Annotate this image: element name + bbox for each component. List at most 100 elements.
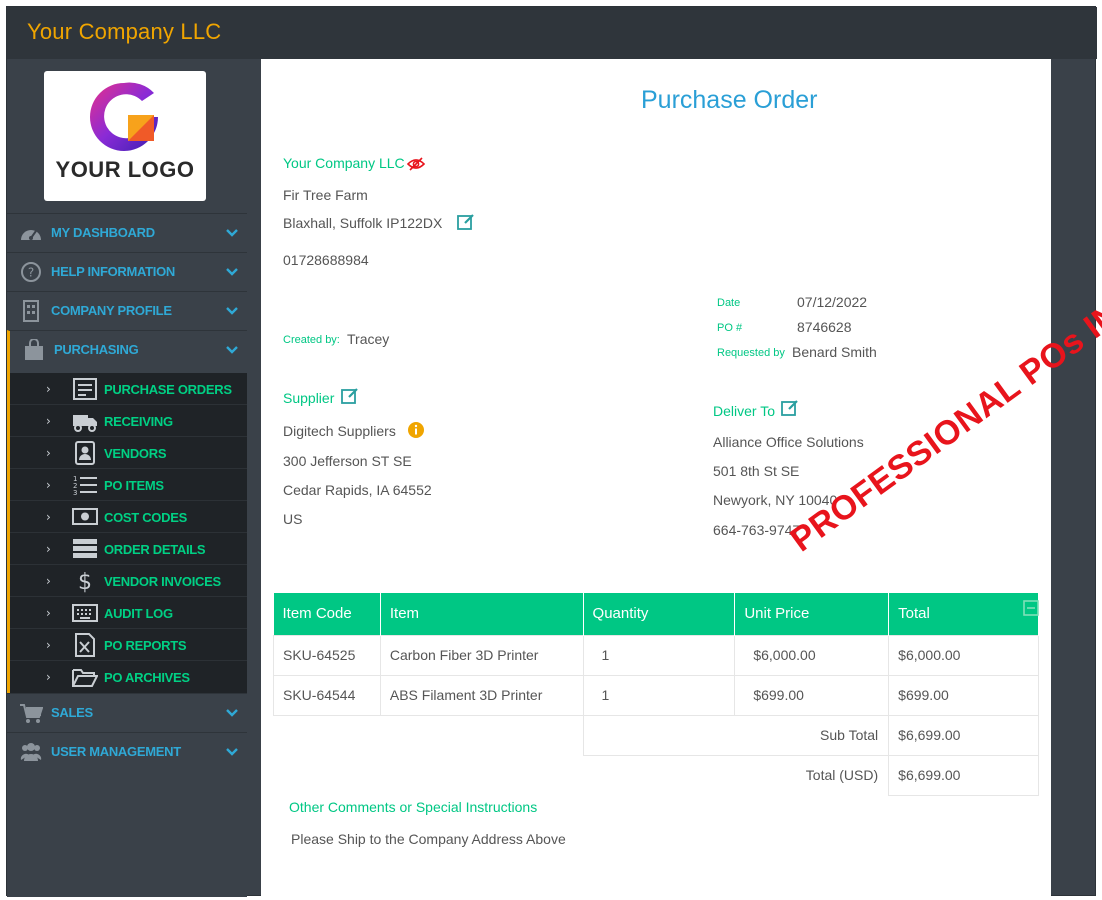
nav-help-information[interactable]: ? HELP INFORMATION: [7, 252, 247, 291]
submenu-po-items[interactable]: › 123 PO ITEMS: [10, 469, 247, 501]
cell-unit-price: $699.00: [734, 674, 890, 716]
nav-label: USER MANAGEMENT: [51, 744, 181, 759]
hidden-eye-icon[interactable]: [407, 155, 425, 173]
submenu-label: PO REPORTS: [104, 638, 187, 653]
date-value: 07/12/2022: [797, 294, 868, 310]
nav-user-management[interactable]: USER MANAGEMENT: [7, 732, 247, 771]
cell-item: ABS Filament 3D Printer: [379, 674, 584, 716]
nav-sales[interactable]: SALES: [7, 693, 247, 732]
building-icon: [23, 300, 39, 322]
table-settings-icon[interactable]: [1023, 600, 1039, 616]
caret-right-icon: ›: [46, 542, 51, 556]
deliver-to-address-line1: 501 8th St SE: [713, 463, 800, 479]
chevron-down-icon: [226, 229, 238, 237]
caret-right-icon: ›: [46, 606, 51, 620]
svg-text:$: $: [78, 570, 92, 593]
cell-unit-price: $6,000.00: [734, 634, 890, 676]
info-icon[interactable]: [407, 421, 425, 439]
company-logo[interactable]: YOUR LOGO: [44, 71, 206, 201]
chevron-down-icon: [226, 748, 238, 756]
nav-purchasing[interactable]: PURCHASING: [7, 330, 247, 373]
question-circle-icon: ?: [21, 262, 41, 282]
column-header-item-code: Item Code: [273, 593, 381, 635]
logo-text: YOUR LOGO: [55, 157, 195, 182]
submenu-order-details[interactable]: › ORDER DETAILS: [10, 533, 247, 565]
comments-text: Please Ship to the Company Address Above: [291, 831, 566, 847]
created-by-label: Created by:: [283, 334, 340, 346]
app-window: Your Company LLC YOUR LOGO MY DASHBOARD …: [6, 6, 1102, 897]
page-title: Purchase Order: [641, 86, 818, 114]
numbered-list-icon: 123: [73, 475, 97, 497]
po-number-value: 8746628: [797, 319, 852, 335]
money-bill-icon: [72, 508, 98, 525]
dollar-icon: $: [78, 570, 92, 593]
subtotal-value: $6,699.00: [888, 714, 1039, 756]
shopping-cart-icon: [20, 704, 43, 723]
total-label: Total (USD): [805, 767, 879, 784]
nav-label: MY DASHBOARD: [51, 225, 155, 240]
sidebar: YOUR LOGO MY DASHBOARD ? HELP INFORMATIO…: [7, 59, 247, 897]
company-name: Your Company LLC: [283, 155, 405, 171]
caret-right-icon: ›: [46, 638, 51, 652]
column-header-unit-price: Unit Price: [734, 593, 890, 635]
company-phone: 01728688984: [283, 252, 369, 268]
submenu-audit-log[interactable]: › AUDIT LOG: [10, 597, 247, 629]
app-title: Your Company LLC: [27, 19, 222, 44]
chevron-down-icon: [226, 268, 238, 276]
submenu-purchase-orders[interactable]: › PURCHASE ORDERS: [10, 373, 247, 405]
cell-quantity: 1: [582, 674, 736, 716]
caret-right-icon: ›: [46, 670, 51, 684]
submenu-vendors[interactable]: › VENDORS: [10, 437, 247, 469]
excel-file-icon: [75, 633, 95, 657]
supplier-label: Supplier: [283, 390, 335, 406]
company-address-line2: Blaxhall, Suffolk IP122DX: [283, 215, 443, 231]
submenu-label: AUDIT LOG: [104, 606, 173, 621]
caret-right-icon: ›: [46, 446, 51, 460]
chevron-down-icon: [226, 709, 238, 717]
date-label: Date: [717, 297, 741, 309]
total-value: $6,699.00: [888, 754, 1039, 796]
submenu-label: PO ARCHIVES: [104, 670, 190, 685]
subtotal-label: Sub Total: [582, 715, 889, 756]
chevron-down-icon: [226, 346, 238, 354]
top-bar: Your Company LLC: [7, 7, 1097, 59]
nav-company-profile[interactable]: COMPANY PROFILE: [7, 291, 247, 330]
table-row[interactable]: SKU-64544 ABS Filament 3D Printer 1 $699…: [273, 674, 1039, 716]
edit-company-icon[interactable]: [457, 213, 475, 231]
po-number-label: PO #: [717, 322, 743, 334]
cell-total: $699.00: [888, 674, 1039, 716]
nav-label: COMPANY PROFILE: [51, 303, 172, 318]
nav-my-dashboard[interactable]: MY DASHBOARD: [7, 213, 247, 252]
caret-right-icon: ›: [46, 414, 51, 428]
edit-deliver-to-icon[interactable]: [781, 399, 799, 417]
nav-label: SALES: [51, 705, 93, 720]
subtotal-row: Sub Total $6,699.00: [274, 714, 1039, 756]
users-icon: [20, 743, 42, 761]
requested-by-value: Benard Smith: [792, 344, 877, 360]
supplier-country: US: [283, 511, 303, 527]
submenu-vendor-invoices[interactable]: › $ VENDOR INVOICES: [10, 565, 247, 597]
edit-supplier-icon[interactable]: [341, 387, 359, 405]
svg-text:3: 3: [73, 489, 77, 497]
table-row[interactable]: SKU-64525 Carbon Fiber 3D Printer 1 $6,0…: [273, 634, 1039, 676]
submenu-cost-codes[interactable]: › COST CODES: [10, 501, 247, 533]
truck-icon: [73, 415, 97, 432]
submenu-receiving[interactable]: › RECEIVING: [10, 405, 247, 437]
column-header-quantity: Quantity: [583, 593, 736, 635]
cell-item-code: SKU-64544: [273, 674, 381, 716]
purchasing-submenu: › PURCHASE ORDERS › RECEIVING › VENDORS …: [7, 373, 247, 693]
caret-right-icon: ›: [46, 478, 51, 492]
purchase-order-document: Purchase Order Your Company LLC Fir Tree…: [261, 59, 1102, 897]
total-row: Total (USD) $6,699.00: [274, 754, 1039, 796]
logo-mark-icon: [90, 82, 158, 151]
submenu-po-archives[interactable]: › PO ARCHIVES: [10, 661, 247, 693]
requested-by-label: Requested by: [717, 347, 785, 359]
submenu-po-reports[interactable]: › PO REPORTS: [10, 629, 247, 661]
submenu-label: VENDORS: [104, 446, 167, 461]
cell-item-code: SKU-64525: [273, 634, 381, 676]
column-header-item: Item: [380, 593, 584, 635]
caret-right-icon: ›: [46, 574, 51, 588]
cell-item: Carbon Fiber 3D Printer: [379, 634, 584, 676]
submenu-label: VENDOR INVOICES: [104, 574, 221, 589]
supplier-address-line1: 300 Jefferson ST SE: [283, 453, 412, 469]
